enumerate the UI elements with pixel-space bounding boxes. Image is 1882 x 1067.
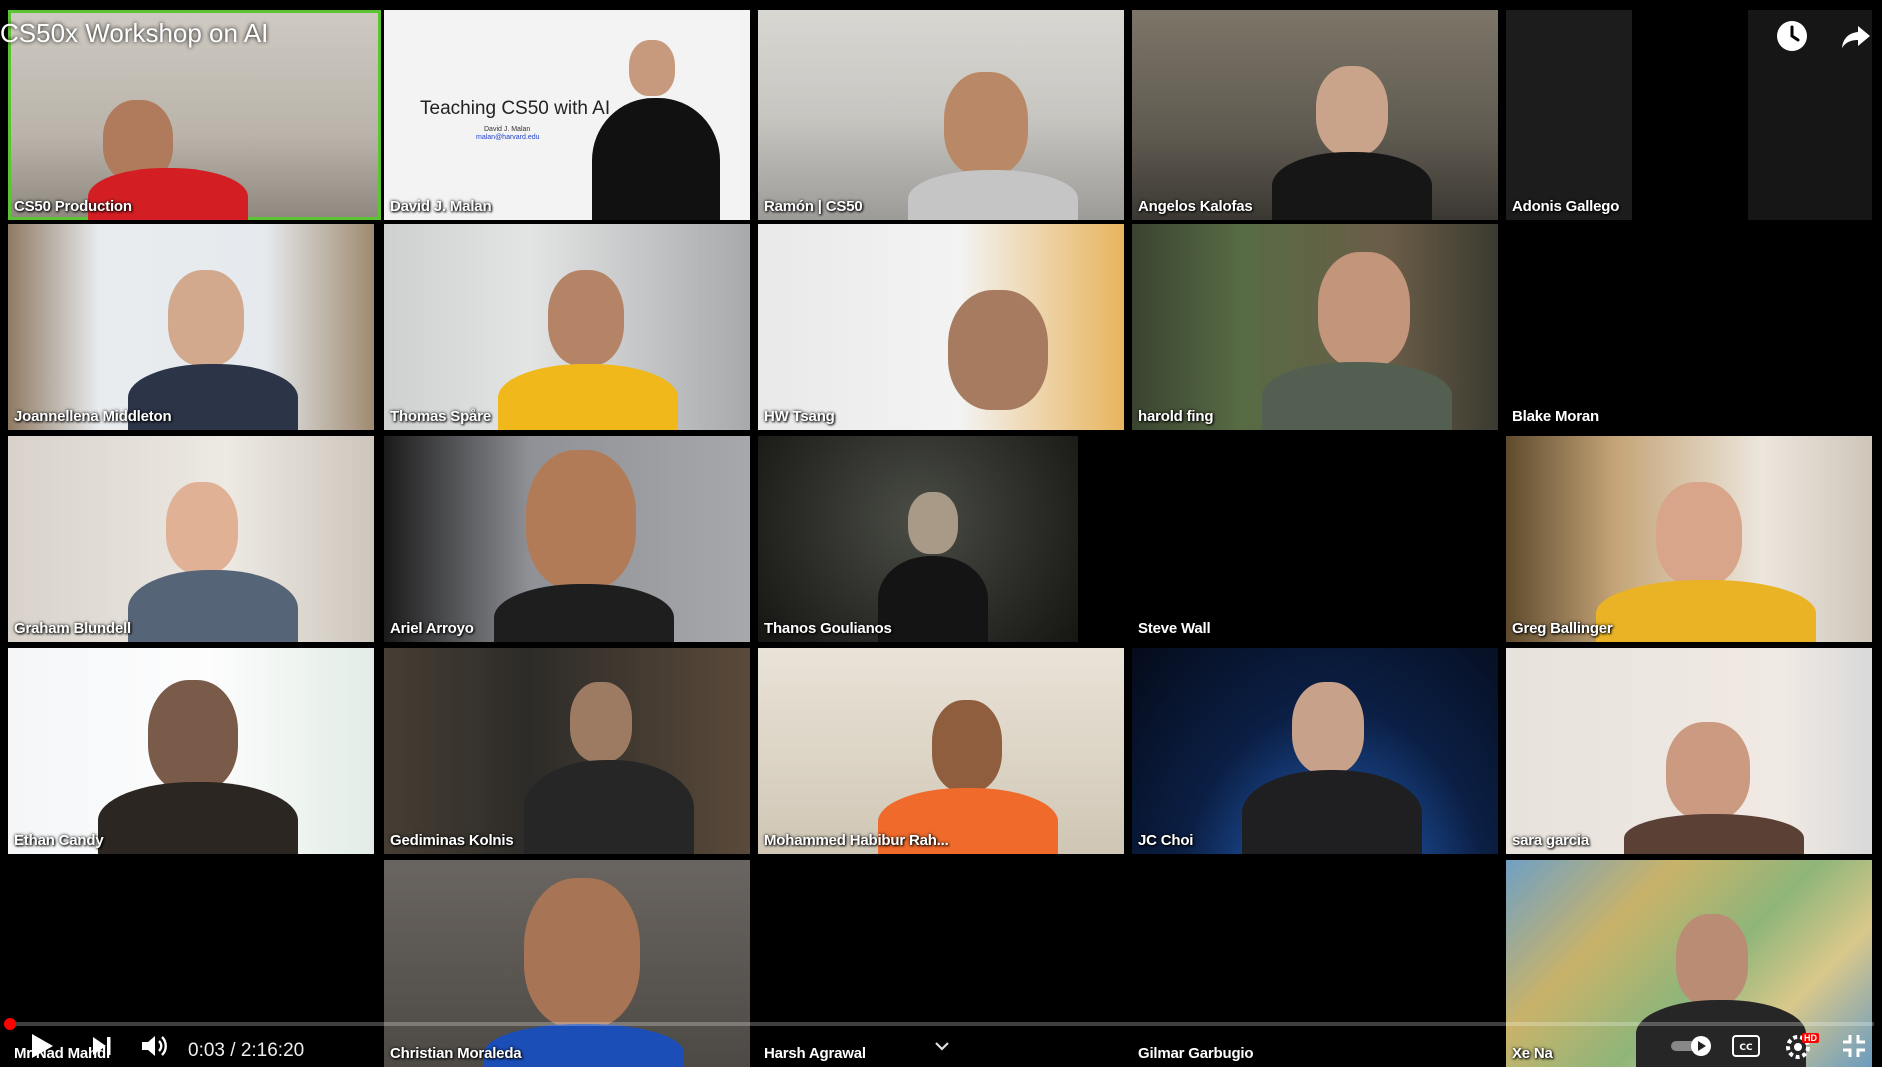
duration: 2:16:20 bbox=[240, 1040, 305, 1061]
video-title[interactable]: CS50x Workshop on AI bbox=[0, 18, 268, 49]
participant-name: Mohammed Habibur Rah... bbox=[764, 832, 949, 849]
participant-name: HW Tsang bbox=[764, 408, 835, 425]
svg-text:CC: CC bbox=[1739, 1043, 1753, 1053]
participant-tile: Greg Ballinger bbox=[1506, 436, 1872, 642]
participant-tile: sara garcia bbox=[1506, 648, 1872, 854]
participant-name: CS50 Production bbox=[14, 198, 132, 215]
watch-later-button[interactable] bbox=[1774, 18, 1810, 54]
participant-tile: Thomas Spåre bbox=[384, 224, 750, 430]
volume-icon bbox=[142, 1036, 167, 1056]
participant-name: JC Choi bbox=[1138, 832, 1194, 849]
participant-tile: Graham Blundell bbox=[8, 436, 374, 642]
participant-tile: Thanos Goulianos bbox=[758, 436, 1078, 642]
top-right-actions bbox=[1774, 18, 1874, 54]
participant-tile: Blake Moran bbox=[1506, 224, 1872, 430]
participant-tile: HW Tsang bbox=[758, 224, 1124, 430]
participant-tile: Teaching CS50 with AI David J. Malan mal… bbox=[384, 10, 750, 220]
slide-subtitle: David J. Malan bbox=[484, 126, 531, 133]
participant-name: Greg Ballinger bbox=[1512, 620, 1613, 637]
volume-button[interactable] bbox=[136, 1031, 172, 1061]
participant-tile: Ethan Candy bbox=[8, 648, 374, 854]
participant-tile: Angelos Kalofas bbox=[1132, 10, 1498, 220]
participant-name: Ariel Arroyo bbox=[390, 620, 474, 637]
participant-name: Steve Wall bbox=[1138, 620, 1211, 637]
captions-button[interactable]: CC bbox=[1728, 1031, 1764, 1061]
time-separator: / bbox=[230, 1040, 236, 1061]
chapter-chevron-button[interactable] bbox=[930, 1031, 954, 1061]
play-icon bbox=[32, 1034, 53, 1058]
fullscreen-button[interactable] bbox=[1834, 1031, 1874, 1061]
participant-name: Angelos Kalofas bbox=[1138, 198, 1253, 215]
participant-tile: Ramón | CS50 bbox=[758, 10, 1124, 220]
current-time: 0:03 bbox=[188, 1040, 225, 1061]
play-button[interactable] bbox=[22, 1031, 62, 1061]
slide-title: Teaching CS50 with AI bbox=[420, 98, 611, 119]
participant-tile: Mohammed Habibur Rah... bbox=[758, 648, 1124, 854]
share-button[interactable] bbox=[1838, 18, 1874, 54]
participant-tile: Joannellena Middleton bbox=[8, 224, 374, 430]
participant-name: sara garcia bbox=[1512, 832, 1590, 849]
next-button[interactable] bbox=[84, 1031, 120, 1061]
settings-button[interactable]: HD bbox=[1780, 1031, 1820, 1061]
share-arrow-icon bbox=[1842, 26, 1870, 48]
participant-tile: harold fing bbox=[1132, 224, 1498, 430]
participant-name: Thomas Spåre bbox=[390, 408, 491, 425]
participant-name: Gediminas Kolnis bbox=[390, 832, 514, 849]
participant-name: Thanos Goulianos bbox=[764, 620, 892, 637]
participant-tile: Ariel Arroyo bbox=[384, 436, 750, 642]
slide-email: malan@harvard.edu bbox=[476, 134, 540, 141]
autoplay-toggle[interactable] bbox=[1668, 1031, 1718, 1061]
fullscreen-exit-icon bbox=[1843, 1035, 1865, 1057]
participant-tile: Adonis Gallego bbox=[1506, 10, 1632, 220]
participant-name: David J. Malan bbox=[390, 198, 492, 215]
participant-name: Graham Blundell bbox=[14, 620, 132, 637]
participant-name: Blake Moran bbox=[1512, 408, 1599, 425]
time-display: 0:03 / 2:16:20 bbox=[188, 1040, 304, 1062]
hd-badge: HD bbox=[1802, 1033, 1819, 1043]
participant-name: Ramón | CS50 bbox=[764, 198, 863, 215]
chevron-down-icon bbox=[935, 1042, 949, 1051]
skip-next-icon bbox=[93, 1037, 111, 1055]
participant-tile: Gediminas Kolnis bbox=[384, 648, 750, 854]
participant-name: Adonis Gallego bbox=[1512, 198, 1620, 215]
participant-name: harold fing bbox=[1138, 408, 1214, 425]
participant-name: Ethan Candy bbox=[14, 832, 104, 849]
cc-icon: CC bbox=[1732, 1035, 1760, 1057]
participant-name: Joannellena Middleton bbox=[14, 408, 172, 425]
video-player[interactable]: CS50 Production Teaching CS50 with AI Da… bbox=[0, 0, 1882, 1067]
autoplay-toggle-icon bbox=[1671, 1036, 1711, 1056]
participant-tile: Steve Wall bbox=[1132, 436, 1498, 642]
clock-icon bbox=[1777, 21, 1807, 51]
participant-tile: JC Choi bbox=[1132, 648, 1498, 854]
